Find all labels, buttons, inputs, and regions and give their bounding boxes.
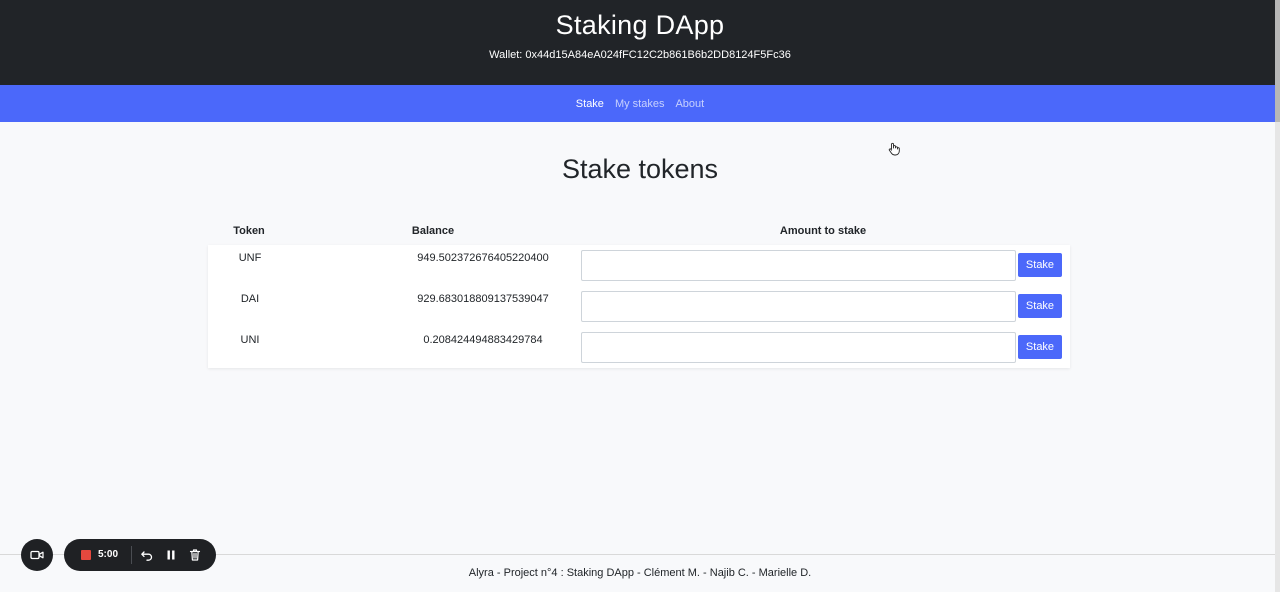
trash-icon[interactable] bbox=[188, 548, 202, 562]
table-row: DAI 929.683018809137539047 Stake bbox=[208, 286, 1070, 327]
hand-cursor-icon bbox=[888, 142, 900, 156]
nav-link-about[interactable]: About bbox=[675, 98, 704, 110]
recorder-camera-button[interactable] bbox=[21, 539, 53, 571]
page-heading: Stake tokens bbox=[561, 154, 719, 184]
stake-button[interactable]: Stake bbox=[1018, 253, 1062, 277]
stake-button[interactable]: Stake bbox=[1018, 294, 1062, 318]
column-header-balance: Balance bbox=[411, 225, 455, 237]
pause-icon[interactable] bbox=[164, 548, 178, 562]
table-row: UNI 0.208424494883429784 Stake bbox=[208, 327, 1070, 368]
scrollbar-thumb[interactable] bbox=[1275, 0, 1280, 122]
camera-icon bbox=[30, 550, 44, 560]
amount-input[interactable] bbox=[581, 250, 1016, 281]
column-header-amount: Amount to stake bbox=[779, 225, 867, 237]
nav-link-my-stakes[interactable]: My stakes bbox=[615, 98, 665, 110]
app-title: Staking DApp bbox=[555, 10, 725, 40]
column-header-token: Token bbox=[233, 225, 265, 237]
token-symbol: UNI bbox=[240, 334, 260, 346]
stake-button[interactable]: Stake bbox=[1018, 335, 1062, 359]
token-symbol: UNF bbox=[238, 252, 262, 264]
recorder-divider bbox=[131, 546, 132, 564]
token-balance: 949.502372676405220400 bbox=[417, 252, 549, 264]
token-balance: 0.208424494883429784 bbox=[423, 334, 543, 346]
stake-table: UNF 949.502372676405220400 Stake DAI 929… bbox=[208, 245, 1070, 368]
nav-link-stake[interactable]: Stake bbox=[576, 98, 604, 110]
wallet-address: Wallet: 0x44d15A84eA024fFC12C2b861B6b2DD… bbox=[489, 49, 791, 61]
recorder-toolbar: 5:00 bbox=[64, 539, 216, 571]
scrollbar[interactable] bbox=[1275, 0, 1280, 592]
navbar: Stake My stakes About bbox=[0, 85, 1280, 122]
app-header: Staking DApp Wallet: 0x44d15A84eA024fFC1… bbox=[0, 0, 1280, 85]
table-row: UNF 949.502372676405220400 Stake bbox=[208, 245, 1070, 286]
amount-input[interactable] bbox=[581, 332, 1016, 363]
token-balance: 929.683018809137539047 bbox=[417, 293, 549, 305]
recording-timer: 5:00 bbox=[98, 549, 119, 560]
token-symbol: DAI bbox=[240, 293, 260, 305]
amount-input[interactable] bbox=[581, 291, 1016, 322]
stop-icon[interactable] bbox=[81, 550, 91, 560]
undo-icon[interactable] bbox=[140, 548, 154, 562]
